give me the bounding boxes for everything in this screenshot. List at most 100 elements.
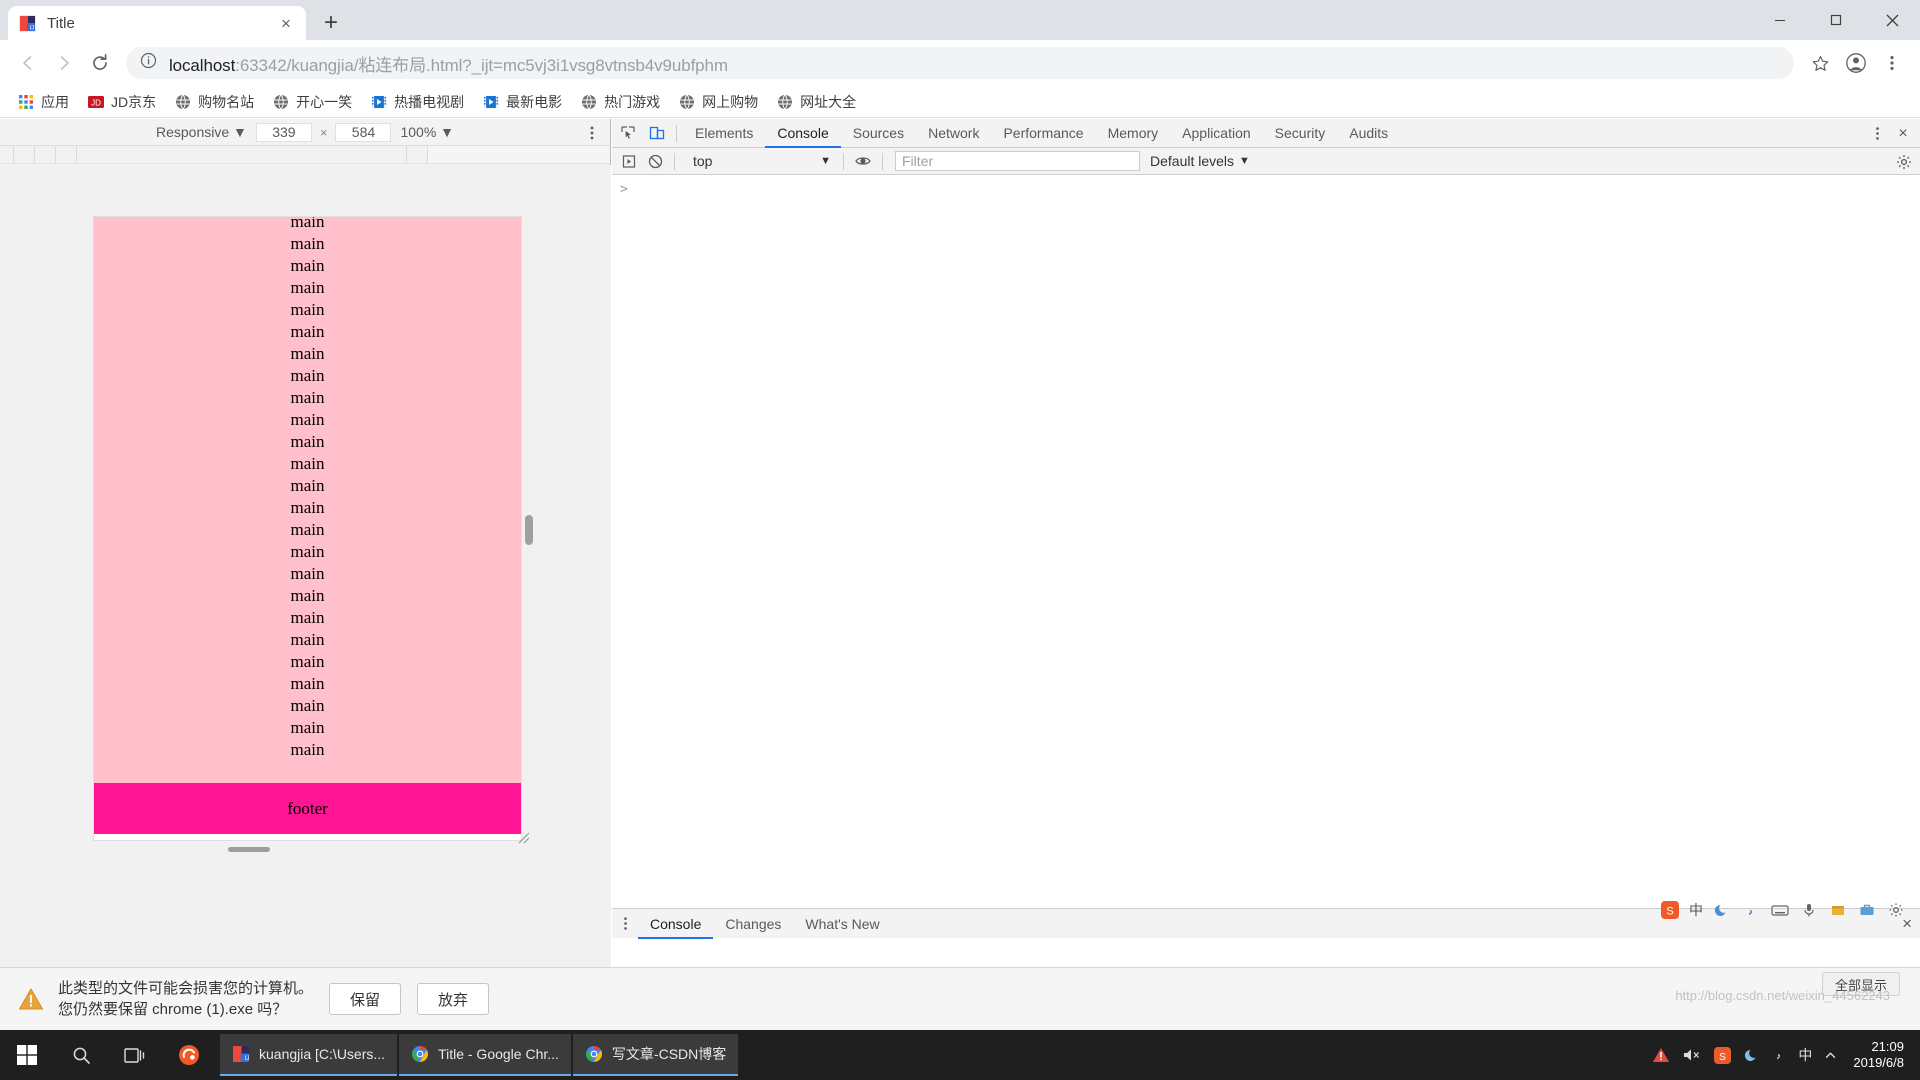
console-filter-input[interactable]: Filter (895, 151, 1140, 171)
sogou-icon[interactable]: S (1660, 900, 1680, 920)
bookmark-item[interactable]: 最新电影 (475, 89, 570, 115)
clock-date: 2019/6/8 (1853, 1055, 1904, 1070)
execute-snippet-icon[interactable] (616, 148, 642, 174)
toolbar-actions (1802, 45, 1910, 81)
viewport-horizontal-scrollbar[interactable] (228, 847, 270, 852)
page-main-line: main (290, 630, 325, 649)
chrome-browser-window: IJ Title × + localhost:63342/kuangjia/粘连… (0, 0, 1920, 1030)
minimize-icon[interactable] (1752, 0, 1808, 40)
task-view-icon[interactable] (108, 1030, 162, 1080)
bookmark-item[interactable]: 网址大全 (769, 89, 864, 115)
jd-icon: JD (88, 94, 104, 110)
bookmark-item[interactable]: JD JD京东 (80, 89, 164, 115)
bookmarks-bar: 应用 JD JD京东 购物名站 开心一笑 热播电视剧 最新电影 热门游戏 网上购物 网址大全 (0, 86, 1920, 118)
ime-tray-overlay: S 中 (1660, 900, 1906, 920)
viewport-height-input[interactable]: 584 (335, 122, 392, 142)
url-host: localhost (169, 55, 236, 75)
clear-console-icon[interactable] (642, 148, 668, 174)
maximize-icon[interactable] (1808, 0, 1864, 40)
drawer-tab-changes[interactable]: Changes (713, 909, 793, 939)
taskbar-window-button[interactable]: 写文章-CSDN博客 (572, 1034, 739, 1076)
three-dot-menu-icon[interactable] (1864, 119, 1890, 148)
moon-icon[interactable] (1738, 1030, 1766, 1080)
toolbox-icon[interactable] (1857, 900, 1877, 920)
console-output[interactable]: > (612, 176, 1920, 908)
windows-start-icon[interactable] (0, 1030, 54, 1080)
console-prompt-line[interactable]: > (612, 176, 1920, 203)
comma-icon[interactable] (1741, 900, 1761, 920)
taskbar-window-button[interactable]: IJ kuangjia [C:\Users... (220, 1034, 398, 1076)
sogou-browser-icon[interactable] (162, 1030, 216, 1080)
ime-indicator[interactable]: S (1707, 1030, 1738, 1080)
profile-avatar-icon[interactable] (1838, 45, 1874, 81)
browser-tab-title: Title (47, 14, 75, 32)
devtools-tab-performance[interactable]: Performance (991, 119, 1095, 148)
viewport-vertical-scrollbar[interactable] (525, 515, 533, 545)
three-dot-menu-icon[interactable] (584, 119, 600, 146)
viewport-width-input[interactable]: 339 (255, 122, 312, 142)
reload-icon[interactable] (82, 45, 118, 81)
bookmark-item[interactable]: 购物名站 (167, 89, 262, 115)
gear-icon[interactable] (1896, 148, 1912, 175)
close-icon[interactable]: × (1890, 119, 1916, 148)
inspect-cursor-icon[interactable] (615, 120, 641, 146)
gear-icon[interactable] (1886, 900, 1906, 920)
drawer-tab-what-s-new[interactable]: What's New (793, 909, 891, 939)
moon-icon[interactable] (1712, 900, 1732, 920)
keep-download-button[interactable]: 保留 (329, 983, 402, 1015)
devtools-tab-elements[interactable]: Elements (683, 119, 765, 148)
console-log-levels-select[interactable]: Default levels ▼ (1150, 153, 1250, 169)
volume-mute-icon[interactable] (1676, 1030, 1707, 1080)
new-tab-button[interactable]: + (314, 6, 348, 40)
info-circle-icon[interactable] (140, 52, 157, 74)
alert-icon[interactable] (1646, 1030, 1676, 1080)
taskbar-clock[interactable]: 21:09 2019/6/8 (1843, 1039, 1914, 1071)
mic-icon[interactable] (1799, 900, 1819, 920)
bookmark-label: 热门游戏 (604, 93, 661, 110)
three-dot-menu-icon[interactable] (612, 909, 638, 939)
devtools-tabbar: Elements Console Sources Network Performance… (612, 119, 1920, 148)
bookmark-item[interactable]: 网上购物 (671, 89, 766, 115)
devtools-tab-application[interactable]: Application (1170, 119, 1263, 148)
emulated-page-frame[interactable]: main main main main main main main main main main… (94, 217, 521, 840)
bookmark-item[interactable]: 应用 (10, 89, 77, 115)
bookmark-item[interactable]: 热门游戏 (573, 89, 668, 115)
comma-icon[interactable] (1766, 1030, 1792, 1080)
bookmark-star-icon[interactable] (1802, 45, 1838, 81)
devtools-tab-audits[interactable]: Audits (1337, 119, 1400, 148)
devtools-tab-console[interactable]: Console (765, 119, 840, 148)
devtools-tab-sources[interactable]: Sources (841, 119, 916, 148)
devtools-tab-memory[interactable]: Memory (1096, 119, 1171, 148)
live-expression-eye-icon[interactable] (850, 148, 876, 174)
close-icon[interactable] (1864, 0, 1920, 40)
device-select[interactable]: Responsive ▼ (151, 124, 252, 140)
bookmark-item[interactable]: 开心一笑 (265, 89, 360, 115)
taskbar-lang-label[interactable]: 中 (1792, 1030, 1818, 1080)
close-icon[interactable]: × (276, 13, 296, 33)
chevron-up-icon[interactable] (1818, 1030, 1843, 1080)
page-main-line: main (290, 256, 325, 275)
keyboard-icon[interactable] (1770, 900, 1790, 920)
zoom-select[interactable]: 100% ▼ (395, 124, 459, 140)
discard-download-button[interactable]: 放弃 (417, 983, 490, 1015)
three-dot-menu-icon[interactable] (1874, 45, 1910, 81)
device-toolbar-icon[interactable] (644, 120, 670, 146)
watermark-text: http://blog.csdn.net/weixin_44562243 (1675, 988, 1890, 1003)
search-icon[interactable] (54, 1030, 108, 1080)
viewport-resize-handle[interactable] (516, 830, 530, 844)
devtools-panel: Elements Console Sources Network Performance… (612, 119, 1920, 967)
ime-lang-label[interactable]: 中 (1689, 900, 1703, 920)
bookmark-item[interactable]: 热播电视剧 (363, 89, 472, 115)
address-bar[interactable]: localhost:63342/kuangjia/粘连布局.html?_ijt=… (126, 47, 1794, 79)
devtools-tab-security[interactable]: Security (1263, 119, 1338, 148)
drawer-tab-console[interactable]: Console (638, 909, 713, 939)
devtools-tab-network[interactable]: Network (916, 119, 991, 148)
console-log-levels-value: Default levels (1150, 153, 1235, 169)
taskbar-window-button[interactable]: Title - Google Chr... (399, 1034, 571, 1076)
browser-tab[interactable]: IJ Title × (8, 6, 306, 40)
box-icon[interactable] (1828, 900, 1848, 920)
forward-arrow-icon[interactable] (46, 45, 82, 81)
warning-triangle-icon (18, 986, 44, 1012)
console-context-select[interactable]: top ▼ (687, 151, 837, 171)
back-arrow-icon[interactable] (10, 45, 46, 81)
